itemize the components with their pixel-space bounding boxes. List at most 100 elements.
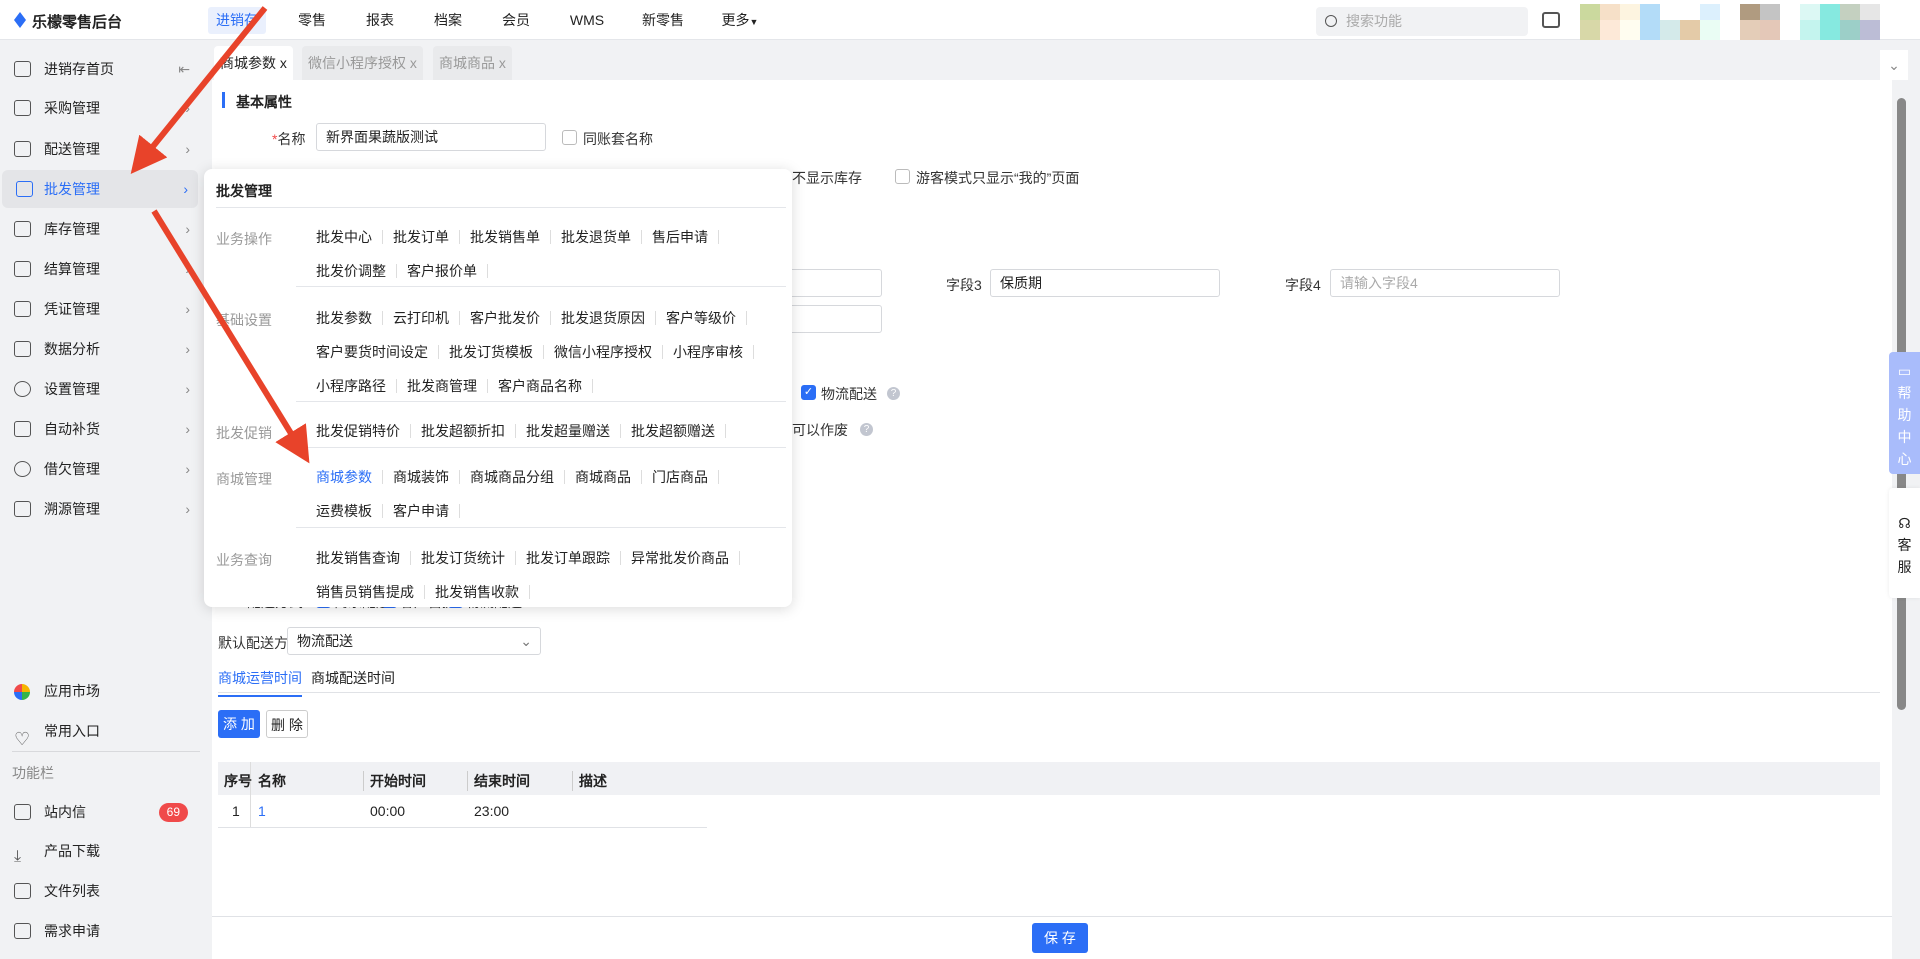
sidebar-item-label: 凭证管理 [44, 301, 100, 317]
popup-row: 商城参数 商城装饰 商城商品分组 商城商品 门店商品 [316, 470, 719, 484]
sidebar-item-requests[interactable]: 需求申请 [0, 912, 200, 950]
logistics-checkbox[interactable]: ✓ [801, 385, 816, 400]
nav-archive[interactable]: 档案 [426, 7, 470, 34]
popup-menu-item[interactable]: 商城商品 [565, 470, 642, 484]
sidebar-item-debt[interactable]: 借欠管理 › [0, 450, 200, 488]
sidebar-item-inventory[interactable]: 库存管理 › [0, 210, 200, 248]
chevron-right-icon: › [185, 100, 190, 116]
popup-menu-item[interactable]: 批发超额折扣 [411, 424, 516, 438]
nav-jinxiaocun[interactable]: 进销存 [208, 7, 266, 34]
sidebar-item-purchase[interactable]: 采购管理 › [0, 89, 200, 127]
close-icon[interactable]: x [280, 55, 287, 71]
sidebar-item-distribution[interactable]: 配送管理 › [0, 130, 200, 168]
popup-menu-item[interactable]: 批发价调整 [316, 264, 397, 278]
popup-menu-item[interactable]: 批发订单跟踪 [516, 551, 621, 565]
sidebar-item-file-list[interactable]: 文件列表 [0, 872, 200, 910]
sidebar-item-analytics[interactable]: 数据分析 › [0, 330, 200, 368]
cell-name-link[interactable]: 1 [258, 803, 266, 819]
name-input[interactable]: 新界面果蔬版测试 [316, 123, 546, 151]
popup-menu-item[interactable]: 小程序审核 [663, 345, 754, 359]
popup-menu-item[interactable]: 批发商管理 [397, 379, 488, 393]
popup-menu-item[interactable]: 批发退货原因 [551, 311, 656, 325]
close-icon[interactable]: x [410, 55, 417, 71]
popup-menu-item[interactable]: 批发销售单 [460, 230, 551, 244]
collapse-sidebar-icon[interactable]: ⇤ [178, 50, 190, 88]
help-center-button[interactable]: ▭ 帮助中心 [1889, 352, 1920, 474]
help-icon[interactable]: ? [887, 387, 900, 400]
popup-menu-item[interactable]: 批发促销特价 [316, 424, 411, 438]
sidebar-item-downloads[interactable]: ⤓ 产品下载 [0, 832, 200, 870]
tab-mall-products[interactable]: 商城商品 x [433, 46, 512, 80]
sidebar-item-home[interactable]: 进销存首页 ⇤ [0, 50, 200, 88]
popup-menu-item[interactable]: 批发超额赠送 [621, 424, 726, 438]
subtab-delivery-hours[interactable]: 商城配送时间 [311, 668, 395, 688]
nav-retail[interactable]: 零售 [290, 7, 334, 34]
sidebar-item-wholesale[interactable]: 批发管理 › [2, 170, 198, 208]
popup-menu-item[interactable]: 批发中心 [316, 230, 383, 244]
nav-reports[interactable]: 报表 [358, 7, 402, 34]
popup-menu-item[interactable]: 云打印机 [383, 311, 460, 325]
same-account-name-checkbox[interactable] [562, 130, 577, 145]
sidebar-item-voucher[interactable]: 凭证管理 › [0, 290, 200, 328]
popup-menu-item[interactable]: 微信小程序授权 [544, 345, 663, 359]
default-delivery-select[interactable]: 物流配送 ⌄ [287, 627, 541, 655]
popup-menu-item[interactable]: 售后申请 [642, 230, 719, 244]
chevron-down-icon[interactable]: ⌄ [1880, 50, 1908, 80]
nav-more[interactable]: 更多▼ [714, 7, 767, 34]
tab-mall-params[interactable]: 商城参数 x [214, 46, 293, 80]
popup-menu-item[interactable]: 客户等级价 [656, 311, 747, 325]
nav-member[interactable]: 会员 [494, 7, 538, 34]
popup-menu-item[interactable]: 小程序路径 [316, 379, 397, 393]
sidebar-item-settings[interactable]: 设置管理 › [0, 370, 200, 408]
search-input[interactable]: 搜索功能 [1316, 7, 1528, 36]
popup-menu-item[interactable]: 客户批发价 [460, 311, 551, 325]
sidebar-item-app-market[interactable]: 应用市场 [0, 672, 200, 710]
printer-icon[interactable] [1542, 12, 1560, 28]
field4-input[interactable]: 请输入字段4 [1330, 269, 1560, 297]
close-icon[interactable]: x [499, 55, 506, 71]
popup-menu-item[interactable]: 客户报价单 [397, 264, 488, 278]
popup-menu-item[interactable]: 异常批发价商品 [621, 551, 740, 565]
popup-menu-item[interactable]: 商城装饰 [383, 470, 460, 484]
popup-menu-item[interactable]: 商城参数 [316, 470, 383, 484]
customer-service-button[interactable]: ☊ 客服 [1889, 488, 1920, 598]
popup-menu-item[interactable]: 客户申请 [383, 504, 460, 518]
popup-menu-item[interactable]: 批发订货统计 [411, 551, 516, 565]
delete-button[interactable]: 删 除 [266, 710, 308, 738]
popup-menu-item[interactable]: 商城商品分组 [460, 470, 565, 484]
chart-icon [14, 341, 31, 357]
popup-menu-item[interactable]: 批发退货单 [551, 230, 642, 244]
nav-wms[interactable]: WMS [562, 7, 612, 34]
guest-mode-checkbox[interactable] [895, 169, 910, 184]
nav-new-retail[interactable]: 新零售 [634, 7, 692, 34]
sidebar-item-favorites[interactable]: ♡ 常用入口 [0, 712, 200, 750]
popup-menu-item[interactable]: 门店商品 [642, 470, 719, 484]
table-row[interactable]: 1 1 00:00 23:00 [218, 795, 707, 828]
popup-menu-item[interactable]: 批发超量赠送 [516, 424, 621, 438]
popup-menu-item[interactable]: 批发参数 [316, 311, 383, 325]
chevron-right-icon: › [185, 221, 190, 237]
popup-menu-item[interactable]: 批发订货模板 [439, 345, 544, 359]
tab-wechat-auth[interactable]: 微信小程序授权 x [302, 46, 423, 80]
sidebar-item-traceability[interactable]: 溯源管理 › [0, 490, 200, 528]
popup-menu-item[interactable]: 运费模板 [316, 504, 383, 518]
popup-menu-item[interactable]: 客户要货时间设定 [316, 345, 439, 359]
sidebar-item-settlement[interactable]: 结算管理 › [0, 250, 200, 288]
sidebar-item-auto-replenish[interactable]: 自动补货 › [0, 410, 200, 448]
popup-menu-item[interactable]: 销售员销售提成 [316, 585, 425, 599]
help-icon[interactable]: ? [860, 423, 873, 436]
same-account-name-label: 同账套名称 [583, 131, 653, 147]
logistics-label: 物流配送 [821, 386, 877, 402]
popup-menu-item[interactable]: 批发订单 [383, 230, 460, 244]
sidebar-item-messages[interactable]: 站内信 69 [0, 793, 200, 831]
add-button[interactable]: 添 加 [218, 710, 260, 738]
subtab-operating-hours[interactable]: 商城运营时间 [218, 668, 302, 697]
sidebar-item-label: 自动补货 [44, 421, 100, 437]
sidebar-item-label: 溯源管理 [44, 501, 100, 517]
popup-menu-item[interactable]: 批发销售收款 [425, 585, 530, 599]
field3-input[interactable]: 保质期 [990, 269, 1220, 297]
save-button[interactable]: 保 存 [1032, 923, 1088, 953]
user-info-blurred[interactable] [1580, 4, 1880, 40]
popup-menu-item[interactable]: 客户商品名称 [488, 379, 593, 393]
popup-menu-item[interactable]: 批发销售查询 [316, 551, 411, 565]
